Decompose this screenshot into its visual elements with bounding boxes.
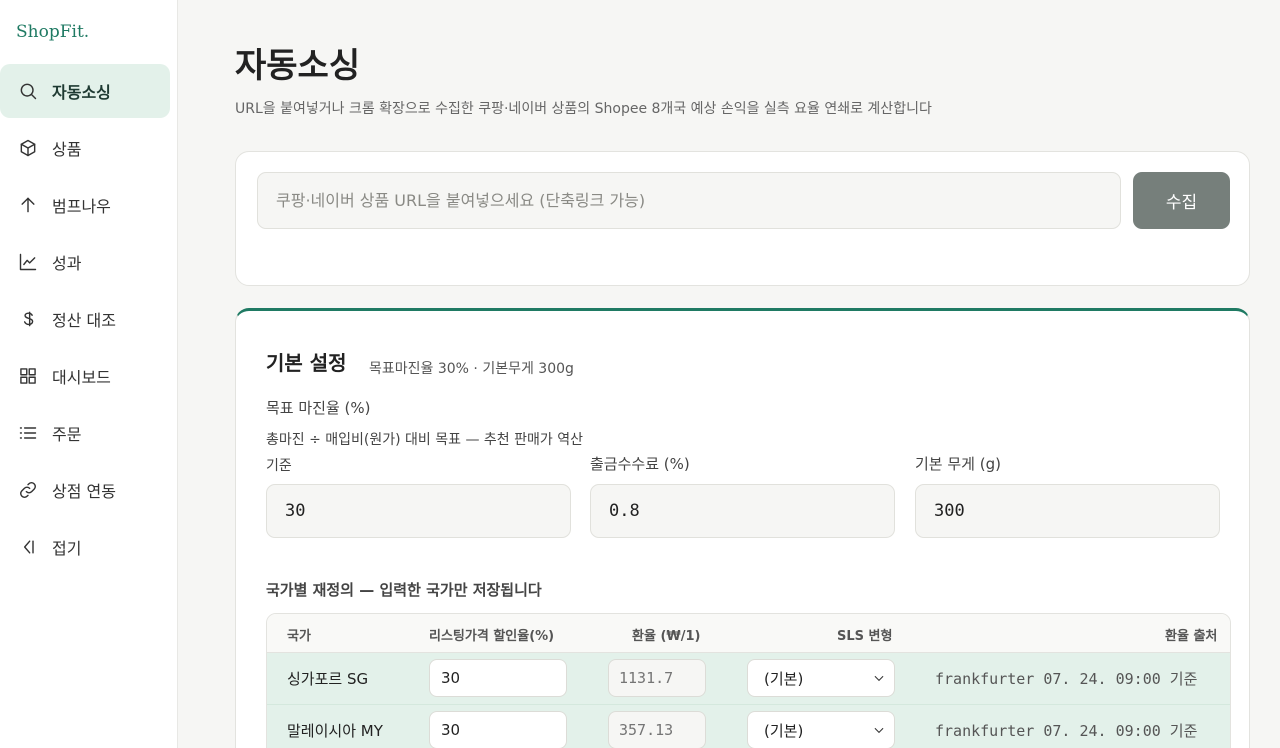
discount-input[interactable]	[429, 711, 567, 748]
sls-select[interactable]: (기본)	[747, 711, 895, 748]
grid-icon	[17, 365, 39, 387]
sidebar-item-collapse[interactable]: 접기	[0, 520, 170, 574]
sidebar: ShopFit. 자동소싱 상품 범프나우 성과 정산 대조 대시보드 주문 상…	[0, 0, 178, 748]
sidebar-nav: 자동소싱 상품 범프나우 성과 정산 대조 대시보드 주문 상점 연동 접기	[0, 64, 178, 577]
sidebar-item-label: 상점 연동	[52, 482, 116, 501]
url-card: 수집	[235, 151, 1250, 286]
sidebar-item-bump-now[interactable]: 범프나우	[0, 178, 170, 232]
sls-select[interactable]: (기본)	[747, 659, 895, 697]
country-name: 말레이시아 MY	[287, 722, 383, 740]
chevron-down-icon	[872, 723, 886, 737]
country-override-table: 국가 리스팅가격 할인율(%) 환율 (₩/1) SLS 변형 환율 출처 싱가…	[266, 613, 1231, 748]
collapse-icon	[17, 536, 39, 558]
table-row: 말레이시아 MY (기본) frankfurter 07. 24. 09:00 …	[267, 705, 1230, 748]
arrow-up-icon	[17, 194, 39, 216]
override-title: 국가별 재정의 — 입력한 국가만 저장됩니다	[266, 581, 542, 599]
sidebar-item-store-link[interactable]: 상점 연동	[0, 463, 170, 517]
sidebar-item-dashboard[interactable]: 대시보드	[0, 349, 170, 403]
sidebar-item-label: 상품	[52, 140, 82, 159]
search-icon	[17, 80, 39, 102]
sidebar-item-auto-sourcing[interactable]: 자동소싱	[0, 64, 170, 118]
list-icon	[17, 422, 39, 444]
url-input[interactable]	[257, 172, 1121, 229]
main-content: 자동소싱 URL을 붙여넣거나 크롬 확장으로 수집한 쿠팡·네이버 상품의 S…	[178, 0, 1280, 748]
won-icon	[17, 308, 39, 330]
sidebar-item-label: 범프나우	[52, 197, 111, 216]
table-header: 국가 리스팅가격 할인율(%) 환율 (₩/1) SLS 변형 환율 출처	[267, 614, 1230, 653]
page-subtitle: URL을 붙여넣거나 크롬 확장으로 수집한 쿠팡·네이버 상품의 Shopee…	[235, 101, 932, 117]
rate-source: frankfurter 07. 24. 09:00 기준	[935, 722, 1198, 740]
sidebar-item-orders[interactable]: 주문	[0, 406, 170, 460]
discount-input[interactable]	[429, 659, 567, 697]
sidebar-item-label: 성과	[52, 254, 82, 273]
sidebar-item-products[interactable]: 상품	[0, 121, 170, 175]
table-row: 싱가포르 SG (기본) frankfurter 07. 24. 09:00 기…	[267, 653, 1230, 705]
settings-title: 기본 설정	[266, 351, 347, 375]
header-country: 국가	[287, 629, 311, 644]
header-rate: 환율 (₩/1)	[632, 629, 701, 644]
box-icon	[17, 137, 39, 159]
sidebar-item-label: 접기	[52, 539, 82, 558]
chevron-down-icon	[872, 671, 886, 685]
line-chart-icon	[17, 251, 39, 273]
sidebar-item-performance[interactable]: 성과	[0, 235, 170, 289]
rate-input[interactable]	[608, 659, 706, 697]
settings-card: 기본 설정 목표마진율 30% · 기본무게 300g 목표 마진율 (%) 총…	[235, 308, 1250, 748]
link-icon	[17, 479, 39, 501]
rate-input[interactable]	[608, 711, 706, 748]
page-title: 자동소싱	[235, 46, 361, 86]
settings-meta: 목표마진율 30% · 기본무게 300g	[369, 361, 574, 377]
collect-button[interactable]: 수집	[1133, 172, 1230, 229]
sls-select-value: (기본)	[764, 721, 804, 740]
country-name: 싱가포르 SG	[287, 670, 369, 688]
margin-input[interactable]	[266, 484, 571, 538]
header-discount: 리스팅가격 할인율(%)	[429, 629, 555, 644]
app-logo[interactable]: ShopFit.	[16, 22, 89, 42]
sidebar-item-label: 주문	[52, 425, 82, 444]
fee-label: 출금수수료 (%)	[590, 455, 690, 473]
weight-input[interactable]	[915, 484, 1220, 538]
header-sls: SLS 변형	[837, 629, 893, 644]
sidebar-item-label: 정산 대조	[52, 311, 116, 330]
margin-help: 총마진 ÷ 매입비(원가) 대비 목표 — 추천 판매가 역산 기준	[266, 432, 583, 474]
weight-label: 기본 무게 (g)	[915, 455, 1001, 473]
sidebar-item-label: 대시보드	[52, 368, 111, 387]
sls-select-value: (기본)	[764, 669, 804, 688]
header-rate-source: 환율 출처	[1165, 629, 1218, 644]
sidebar-item-label: 자동소싱	[52, 83, 111, 102]
sidebar-item-settlement[interactable]: 정산 대조	[0, 292, 170, 346]
rate-source: frankfurter 07. 24. 09:00 기준	[935, 670, 1198, 688]
fee-input[interactable]	[590, 484, 895, 538]
margin-label: 목표 마진율 (%)	[266, 399, 371, 417]
